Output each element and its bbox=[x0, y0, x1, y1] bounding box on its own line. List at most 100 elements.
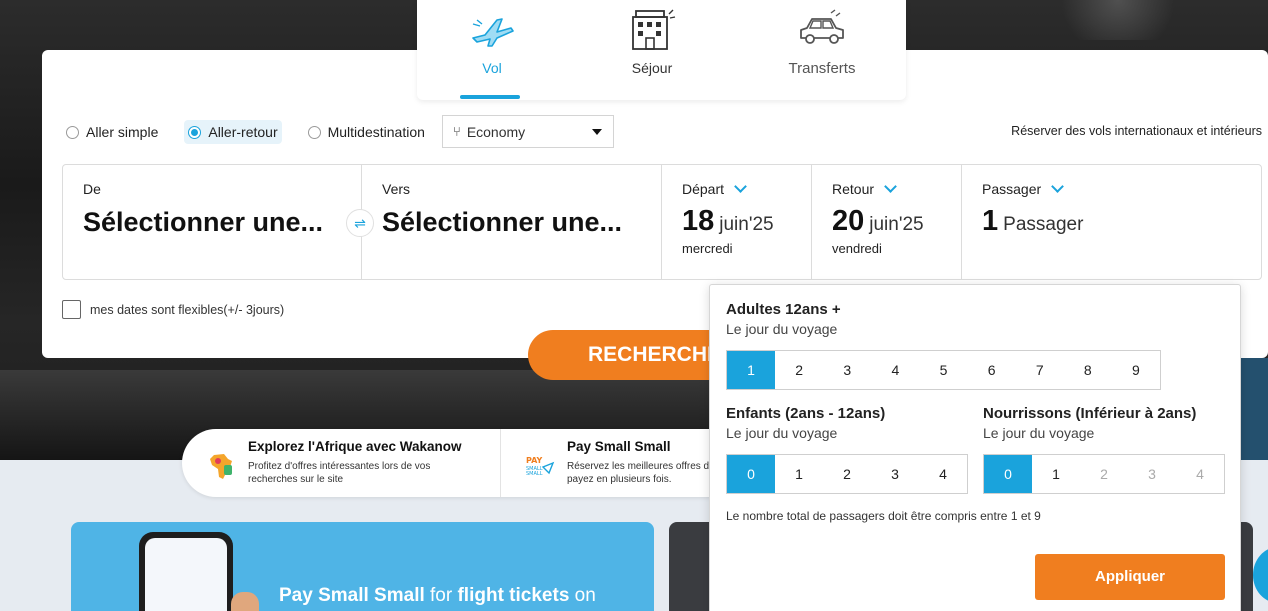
destination-field[interactable]: Vers Sélectionner une... bbox=[362, 165, 662, 279]
infants-option[interactable]: 0 bbox=[984, 455, 1032, 493]
cabin-class-value: Economy bbox=[466, 123, 526, 140]
search-fields: De Sélectionner une... Vers Sélectionner… bbox=[62, 164, 1262, 280]
radio-round-trip-label: Aller-retour bbox=[208, 124, 278, 140]
radio-dot bbox=[188, 125, 202, 139]
banner-text-2: on bbox=[569, 585, 596, 606]
infants-option-disabled: 2 bbox=[1100, 466, 1108, 482]
tab-stay-label: Séjour bbox=[631, 60, 673, 76]
infants-count-selector: 0 1 2 3 4 bbox=[983, 454, 1225, 494]
swap-icon[interactable]: ⇌ bbox=[346, 209, 374, 237]
infants-subtitle: Le jour du voyage bbox=[983, 425, 1095, 441]
children-option[interactable]: 3 bbox=[871, 455, 919, 493]
banner-text-1: for bbox=[424, 585, 458, 606]
departure-month: juin'25 bbox=[719, 214, 774, 235]
apply-button[interactable]: Appliquer bbox=[1035, 554, 1225, 600]
africa-map-icon bbox=[210, 454, 232, 479]
flexible-dates: mes dates sont flexibles(+/- 3jours) bbox=[62, 300, 284, 319]
tab-stay[interactable]: Séjour bbox=[592, 8, 712, 100]
passengers-label: Passager bbox=[982, 181, 1042, 197]
origin-label: De bbox=[83, 181, 101, 197]
adults-option[interactable]: 5 bbox=[919, 351, 967, 389]
hand-illustration bbox=[231, 592, 259, 611]
departure-label: Départ bbox=[682, 181, 725, 197]
radio-multi-label: Multidestination bbox=[327, 124, 425, 140]
promo-desc: Profitez d'offres intéressantes lors de … bbox=[248, 461, 431, 485]
promo-explore-africa[interactable]: Explorez l'Afrique avec Wakanow Profitez… bbox=[182, 429, 500, 497]
tab-flight[interactable]: Vol bbox=[432, 8, 552, 100]
children-group: Enfants (2ans - 12ans) Le jour du voyage… bbox=[726, 405, 968, 494]
adults-option[interactable]: 6 bbox=[968, 351, 1016, 389]
seat-icon: ⑂ bbox=[453, 124, 461, 139]
flexible-dates-label: mes dates sont flexibles(+/- 3jours) bbox=[90, 302, 285, 317]
children-count-selector: 0 1 2 3 4 bbox=[726, 454, 968, 494]
product-tabs: Vol Séjour Transferts bbox=[417, 0, 906, 100]
return-label-row: Retour bbox=[832, 180, 941, 197]
departure-date: 18 juin'25 bbox=[682, 205, 791, 238]
passengers-summary: 1 Passager bbox=[982, 205, 1242, 238]
adults-option[interactable]: 1 bbox=[727, 351, 776, 389]
tab-transfers-label: Transferts bbox=[788, 60, 856, 77]
adults-count-selector: 1 2 3 4 5 6 7 8 9 bbox=[726, 350, 1161, 390]
plane-icon bbox=[472, 18, 514, 47]
adults-title: Adultes 12ans + bbox=[726, 301, 841, 318]
return-date: 20 juin'25 bbox=[832, 205, 941, 238]
departure-day: 18 bbox=[682, 205, 715, 237]
tab-flight-label: Vol bbox=[482, 60, 502, 76]
flexible-dates-checkbox[interactable] bbox=[62, 300, 81, 319]
adults-group: Adultes 12ans + Le jour du voyage 1 2 3 … bbox=[726, 301, 1161, 390]
radio-dot bbox=[66, 125, 79, 139]
return-date-field[interactable]: Retour 20 juin'25 vendredi bbox=[812, 165, 962, 279]
departure-date-field[interactable]: Départ 18 juin'25 mercredi bbox=[662, 165, 812, 279]
passengers-unit: Passager bbox=[1003, 214, 1084, 235]
chevron-down-icon bbox=[884, 180, 897, 193]
trip-type-options: Aller simple Aller-retour Multidestinati… bbox=[62, 116, 451, 148]
return-weekday: vendredi bbox=[832, 241, 882, 256]
chevron-down-icon bbox=[1051, 180, 1065, 193]
return-month: juin'25 bbox=[869, 214, 924, 235]
adults-option[interactable]: 7 bbox=[1016, 351, 1064, 389]
banner-bold-2: flight tickets bbox=[457, 585, 570, 606]
destination-value: Sélectionner une... bbox=[382, 207, 623, 237]
radio-round-trip[interactable]: Aller-retour bbox=[184, 120, 282, 144]
infants-group: Nourrissons (Inférieur à 2ans) Le jour d… bbox=[983, 405, 1225, 494]
children-option[interactable]: 1 bbox=[775, 455, 823, 493]
adults-subtitle: Le jour du voyage bbox=[726, 321, 838, 337]
passengers-field[interactable]: Passager 1 Passager bbox=[962, 165, 1262, 279]
adults-option[interactable]: 3 bbox=[823, 351, 871, 389]
svg-text:SMALL: SMALL bbox=[526, 471, 543, 477]
return-day: 20 bbox=[832, 205, 865, 237]
destination-label: Vers bbox=[382, 181, 411, 197]
origin-field[interactable]: De Sélectionner une... bbox=[63, 165, 362, 279]
hero-tree bbox=[1048, 0, 1188, 40]
adults-option[interactable]: 2 bbox=[775, 351, 823, 389]
origin-value: Sélectionner une... bbox=[83, 207, 324, 237]
banner-bold-1: Pay Small Small bbox=[279, 585, 425, 606]
radio-multi-destination[interactable]: Multidestination bbox=[304, 120, 429, 144]
adults-option[interactable]: 4 bbox=[871, 351, 919, 389]
infants-option-disabled: 4 bbox=[1196, 466, 1204, 482]
radio-dot bbox=[307, 125, 321, 139]
hotel-icon bbox=[632, 9, 676, 50]
infants-option-disabled: 3 bbox=[1148, 466, 1156, 482]
passengers-count: 1 bbox=[982, 205, 999, 237]
infants-option[interactable]: 1 bbox=[1032, 455, 1080, 493]
adults-option[interactable]: 9 bbox=[1112, 351, 1160, 389]
svg-text:PAY: PAY bbox=[526, 456, 543, 465]
intl-flights-note: Réserver des vols internationaux et inté… bbox=[1011, 124, 1262, 138]
children-option[interactable]: 4 bbox=[919, 455, 967, 493]
infants-title: Nourrissons (Inférieur à 2ans) bbox=[983, 405, 1197, 422]
passenger-limit-note: Le nombre total de passagers doit être c… bbox=[726, 509, 1041, 523]
promo-title: Explorez l'Afrique avec Wakanow bbox=[248, 439, 462, 454]
adults-option[interactable]: 8 bbox=[1064, 351, 1112, 389]
tab-transfers[interactable]: Transferts bbox=[762, 8, 882, 100]
cabin-class-select[interactable]: ⑂ Economy bbox=[442, 115, 614, 148]
promo-pay-small-small[interactable]: PAY SMALL SMALL Pay Small Small Réservez… bbox=[500, 429, 741, 497]
children-option[interactable]: 2 bbox=[823, 455, 871, 493]
phone-illustration bbox=[139, 532, 233, 611]
children-option[interactable]: 0 bbox=[727, 455, 775, 493]
departure-weekday: mercredi bbox=[682, 241, 733, 256]
radio-one-way[interactable]: Aller simple bbox=[62, 120, 162, 144]
phone-screen bbox=[145, 538, 227, 611]
passenger-dropdown: Adultes 12ans + Le jour du voyage 1 2 3 … bbox=[709, 284, 1241, 611]
pay-small-small-banner[interactable]: Pay Small Small for flight tickets on bbox=[71, 522, 654, 611]
